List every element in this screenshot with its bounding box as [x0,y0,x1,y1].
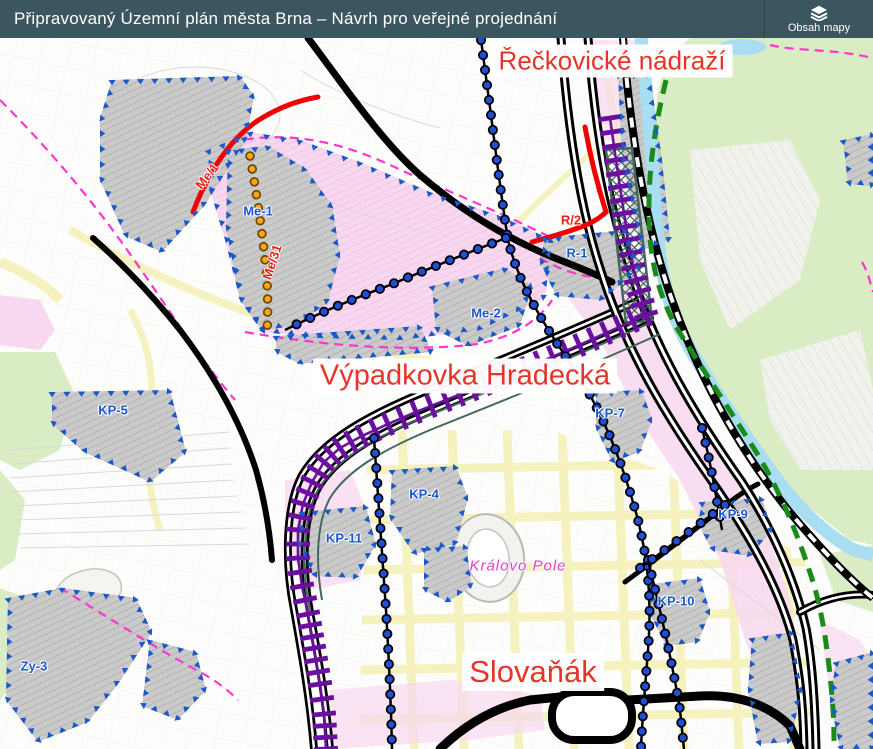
page-title: Připravovaný Územní plán města Brna – Ná… [0,9,557,29]
layers-icon [809,5,829,21]
map-contents-button[interactable]: Obsah mapy [764,0,873,38]
map-canvas[interactable]: Řečkovické nádraží Výpadkovka Hradecká S… [0,38,873,749]
app-window: Připravovaný Územní plán města Brna – Ná… [0,0,873,749]
header-bar: Připravovaný Územní plán města Brna – Ná… [0,0,873,38]
map-contents-label: Obsah mapy [788,22,850,34]
map-drawing [0,38,873,749]
